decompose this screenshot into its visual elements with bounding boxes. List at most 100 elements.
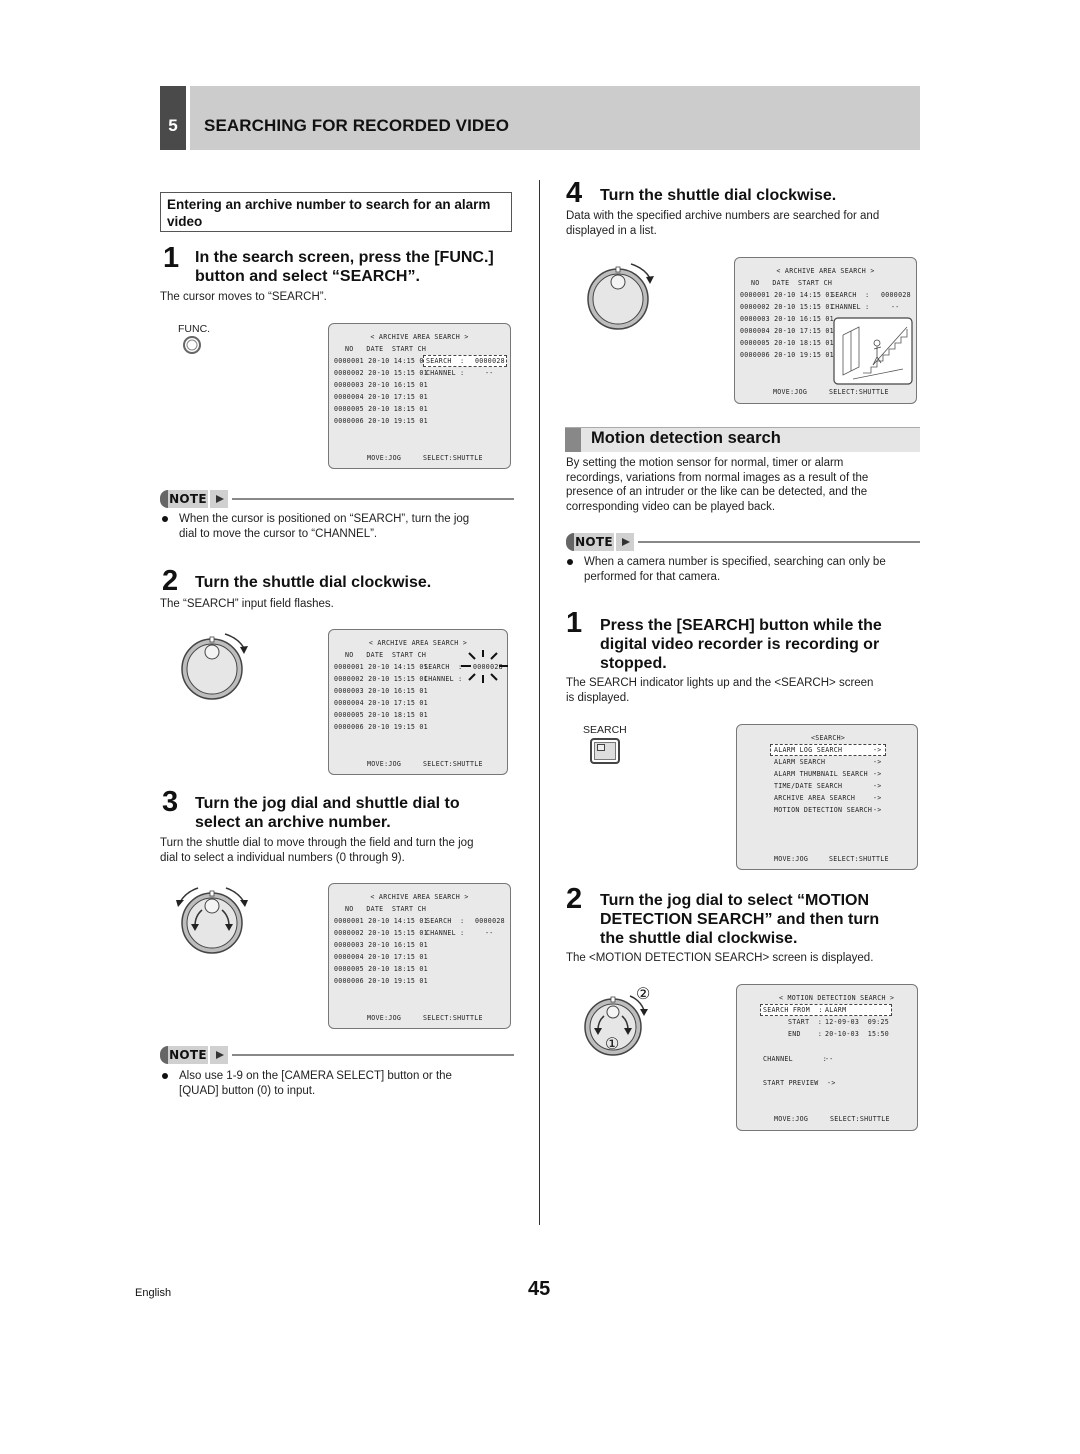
- section-description: By setting the motion sensor for normal,…: [566, 456, 868, 514]
- archive-row: 0000006 20-10 19:15 01: [334, 977, 428, 985]
- archive-row: 0000001 20-10 14:15 01: [334, 917, 428, 925]
- screen-title: < ARCHIVE AREA SEARCH >: [368, 639, 468, 647]
- chapter-separator: [186, 86, 190, 150]
- description-line: presence of an intruder or the like can …: [566, 486, 868, 498]
- archive-row: 0000005 20-10 18:15 01: [334, 965, 428, 973]
- note-bullet: Also use 1-9 on the [CAMERA SELECT] butt…: [162, 1069, 512, 1099]
- description-line: corresponding video can be played back.: [566, 500, 776, 513]
- step-title-line: button and select “SEARCH”.: [195, 268, 420, 285]
- func-button-label: FUNC.: [178, 323, 211, 335]
- screen-title: < ARCHIVE AREA SEARCH >: [776, 267, 875, 275]
- step-title: In the search screen, press the [FUNC.] …: [195, 248, 494, 286]
- menu-item-arrow: ->: [873, 758, 882, 766]
- screen-title: <SEARCH>: [811, 734, 846, 742]
- archive-row: 0000005 20-10 18:15 01: [740, 339, 834, 347]
- search-field-value: 0000028: [475, 917, 505, 925]
- channel-field-value: --: [485, 369, 494, 377]
- step-title-line: DETECTION SEARCH” and then turn: [600, 911, 880, 928]
- footer-language: English: [135, 1287, 172, 1299]
- search-indicator-led: [597, 744, 605, 751]
- screen-footer-move: MOVE:JOG: [774, 1115, 809, 1123]
- archive-row: 0000004 20-10 17:15 01: [334, 699, 428, 707]
- dial-step-marker-1: ①: [605, 1036, 620, 1053]
- screen-footer-select: SELECT:SHUTTLE: [423, 1014, 483, 1022]
- search-field-label: SEARCH :: [831, 291, 870, 299]
- description-line: Turn the shuttle dial to move through th…: [160, 837, 474, 849]
- step-number: 4: [566, 177, 583, 209]
- note-arrow-icon: [210, 1046, 228, 1064]
- screen-title: < ARCHIVE AREA SEARCH >: [370, 333, 469, 341]
- step-description: The SEARCH indicator lights up and the <…: [566, 676, 873, 705]
- screen-title: < ARCHIVE AREA SEARCH >: [370, 893, 469, 901]
- menu-item-arrow: ->: [873, 746, 882, 754]
- channel-field-value: --: [485, 929, 494, 937]
- func-button-icon: [183, 336, 201, 354]
- note-text-line: dial to move the cursor to “CHANNEL”.: [179, 527, 378, 540]
- menu-item: ALARM THUMBNAIL SEARCH: [774, 770, 868, 778]
- note-arrow-icon: [616, 533, 634, 551]
- screen-footer-move: MOVE:JOG: [773, 388, 808, 396]
- screen-footer-select: SELECT:SHUTTLE: [423, 760, 483, 768]
- step-title-line: select an archive number.: [195, 814, 391, 831]
- screen-footer-select: SELECT:SHUTTLE: [829, 855, 889, 863]
- step-number: 1: [163, 242, 180, 274]
- archive-row: 0000004 20-10 17:15 01: [740, 327, 834, 335]
- note-text: When a camera number is specified, searc…: [584, 555, 886, 584]
- archive-row: 0000002 20-10 15:15 01: [334, 675, 428, 683]
- screen-footer-select: SELECT:SHUTTLE: [423, 454, 483, 462]
- note-cap: [566, 533, 574, 551]
- note-header: NOTE: [160, 490, 514, 508]
- note-header: NOTE: [160, 1046, 514, 1064]
- archive-row: 0000002 20-10 15:15 01: [740, 303, 834, 311]
- step-description: The <MOTION DETECTION SEARCH> screen is …: [566, 952, 874, 964]
- archive-row: 0000006 20-10 19:15 01: [334, 723, 428, 731]
- section-heading-bar: [565, 428, 581, 452]
- menu-item-arrow: ->: [873, 806, 882, 814]
- step-title-line: Turn the jog dial to select “MOTION: [600, 892, 870, 909]
- note-text-line: [QUAD] button (0) to input.: [179, 1084, 316, 1097]
- dial-step-marker-2: ②: [636, 986, 651, 1003]
- step-number: 1: [566, 607, 583, 639]
- bullet-icon: [567, 559, 573, 565]
- archive-row: 0000001 20-10 14:15 01: [334, 663, 428, 671]
- step-title-line: In the search screen, press the [FUNC.]: [195, 249, 494, 266]
- search-from-label: SEARCH FROM :: [763, 1006, 823, 1014]
- note-header: NOTE: [566, 533, 920, 551]
- archive-row: 0000003 20-10 16:15 01: [334, 381, 428, 389]
- search-button-label: SEARCH: [583, 724, 627, 736]
- screen-footer-move: MOVE:JOG: [367, 454, 402, 462]
- bullet-icon: [162, 516, 168, 522]
- archive-row: 0000005 20-10 18:15 01: [334, 711, 428, 719]
- note-label: NOTE: [574, 533, 614, 551]
- shuttle-dial-clockwise-icon: [587, 263, 654, 330]
- search-menu-screen: <SEARCH> ALARM LOG SEARCH -> ALARM SEARC…: [736, 724, 918, 870]
- note-text-line: Also use 1-9 on the [CAMERA SELECT] butt…: [179, 1070, 452, 1082]
- jog-shuttle-dial-icon: [176, 887, 248, 954]
- menu-item: ARCHIVE AREA SEARCH: [774, 794, 856, 802]
- shuttle-dial-clockwise-icon: [181, 633, 248, 700]
- archive-row: 0000004 20-10 17:15 01: [334, 393, 428, 401]
- menu-item: ALARM LOG SEARCH: [774, 746, 843, 754]
- screen-footer-move: MOVE:JOG: [367, 760, 402, 768]
- chapter-number: 5: [160, 86, 186, 150]
- screen-footer-select: SELECT:SHUTTLE: [829, 388, 889, 396]
- note-label: NOTE: [168, 490, 208, 508]
- step-title: Turn the shuttle dial clockwise.: [600, 187, 837, 204]
- note-cap: [160, 1046, 168, 1064]
- search-from-value: ALARM: [825, 1006, 847, 1014]
- motion-detection-search-screen: < MOTION DETECTION SEARCH > SEARCH FROM …: [736, 984, 918, 1131]
- step-title-line: digital video recorder is recording or: [600, 636, 880, 653]
- note-rule: [232, 1054, 514, 1056]
- note-bullet: When the cursor is positioned on “SEARCH…: [162, 512, 512, 542]
- description-line: By setting the motion sensor for normal,…: [566, 457, 844, 469]
- section-heading: Motion detection search: [565, 427, 920, 452]
- screen-footer-select: SELECT:SHUTTLE: [830, 1115, 890, 1123]
- note-text-line: performed for that camera.: [584, 570, 721, 583]
- archive-row: 0000001 20-10 14:15 01: [334, 357, 428, 365]
- flash-indicator-icon: [461, 650, 508, 683]
- column-divider: [539, 180, 540, 1225]
- start-value: 12-09-03 09:25: [825, 1018, 890, 1026]
- archive-search-results-screen: < ARCHIVE AREA SEARCH > NO DATE START CH…: [734, 257, 917, 404]
- bullet-icon: [162, 1073, 168, 1079]
- search-field-value: 0000028: [881, 291, 911, 299]
